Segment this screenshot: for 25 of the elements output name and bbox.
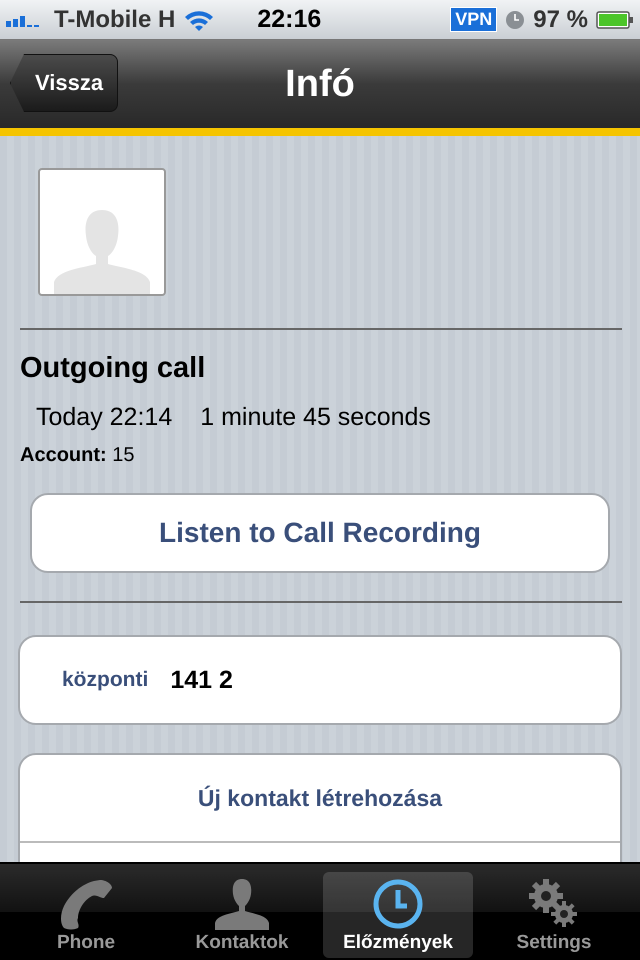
person-silhouette-icon (52, 208, 152, 294)
phone-number: 141 2 (170, 666, 233, 694)
phone-label: központi (62, 668, 148, 692)
listen-recording-button[interactable]: Listen to Call Recording (30, 493, 610, 573)
call-duration: 1 minute 45 seconds (200, 403, 431, 432)
tab[interactable]: Settings (479, 872, 629, 958)
tab[interactable]: Előzmények (323, 872, 473, 958)
battery-icon (596, 10, 634, 30)
call-type: Outgoing call (20, 352, 206, 385)
back-button[interactable]: Vissza (10, 54, 118, 112)
clock-icon (372, 878, 424, 930)
status-time: 22:16 (257, 5, 322, 34)
carrier-name: T-Mobile H (54, 6, 176, 34)
account-info: Account: 15 (20, 444, 136, 467)
phone-handset-icon (60, 880, 112, 930)
create-contact-button[interactable]: Új kontakt létrehozása (20, 755, 620, 843)
tab[interactable]: Kontaktok (167, 872, 317, 958)
battery-percent: 97 % (533, 6, 588, 34)
person-icon (214, 878, 270, 930)
tab[interactable]: Phone (11, 872, 161, 958)
phone-number-row[interactable]: központi 141 2 (18, 635, 622, 725)
vpn-badge: VPN (450, 7, 498, 32)
screen-title: Infó (285, 62, 355, 106)
call-time: Today 22:14 (36, 403, 172, 432)
clock-icon (505, 10, 526, 30)
